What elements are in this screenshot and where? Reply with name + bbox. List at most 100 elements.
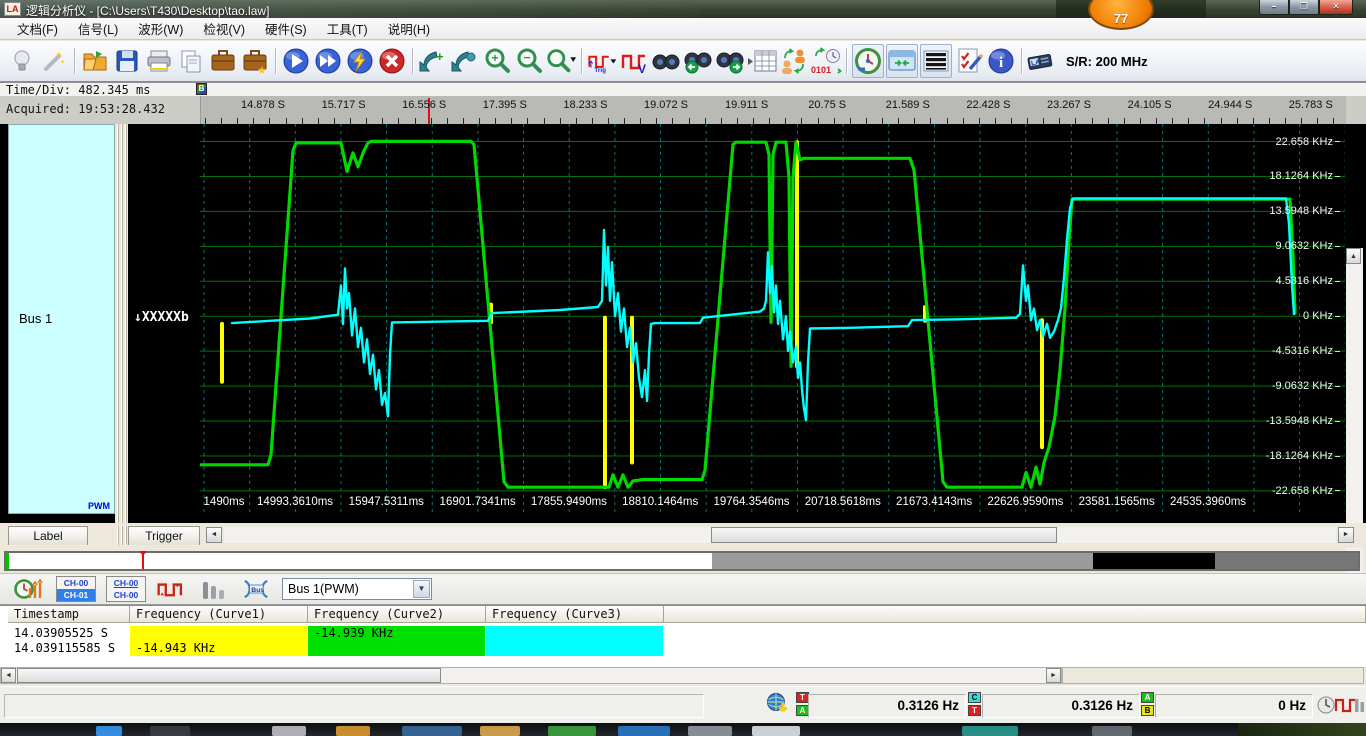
taskbar-item[interactable] bbox=[480, 726, 520, 736]
export-table-icon[interactable] bbox=[746, 44, 778, 78]
table-scroll-right-button[interactable]: ► bbox=[1046, 668, 1061, 683]
taskbar-item[interactable] bbox=[752, 726, 800, 736]
close-button[interactable]: ✕ bbox=[1319, 0, 1353, 15]
table-cell-timestamp[interactable]: 14.039115585 S bbox=[8, 641, 129, 656]
panel-splitter[interactable] bbox=[115, 124, 128, 523]
bus-decode-icon[interactable]: Bus bbox=[240, 572, 272, 606]
overview-trigger-marker[interactable] bbox=[139, 551, 147, 569]
taskbar-item[interactable] bbox=[548, 726, 596, 736]
table-hscrollbar[interactable]: ◄ ► bbox=[0, 667, 1062, 684]
table-header-curve1[interactable]: Frequency (Curve1) bbox=[130, 606, 308, 623]
info-icon[interactable]: i bbox=[985, 44, 1017, 78]
quick-run-icon[interactable] bbox=[344, 44, 376, 78]
find-prev-icon[interactable] bbox=[682, 44, 714, 78]
bar-view-icon[interactable] bbox=[198, 572, 230, 606]
briefcase-icon[interactable] bbox=[207, 44, 239, 78]
pulse-width-icon[interactable]: V bbox=[618, 44, 650, 78]
bus-name-label[interactable]: Bus 1 bbox=[19, 311, 52, 326]
pulse-view-icon[interactable] bbox=[156, 572, 188, 606]
menu-item-h[interactable]: 说明(H) bbox=[379, 17, 439, 40]
briefcase-new-icon[interactable]: ★ bbox=[239, 44, 271, 78]
windows-taskbar[interactable] bbox=[0, 723, 1366, 736]
menu-item-s[interactable]: 硬件(S) bbox=[256, 17, 316, 40]
trigger-pulse-icon[interactable]: Trig bbox=[586, 44, 618, 78]
table-cell-curve2[interactable]: -14.939 KHz bbox=[308, 626, 485, 641]
trigger-column[interactable]: ↓XXXXXb bbox=[128, 124, 200, 523]
trigger-condition-value[interactable]: ↓XXXXXb bbox=[134, 310, 189, 325]
run-icon[interactable] bbox=[280, 44, 312, 78]
zoom-select-icon[interactable] bbox=[545, 44, 577, 78]
pane-view-icon[interactable] bbox=[886, 44, 918, 78]
menu-item-f[interactable]: 文档(F) bbox=[8, 17, 67, 40]
taskbar-item[interactable] bbox=[336, 726, 370, 736]
table-cell-curve1[interactable]: -14.943 KHz bbox=[130, 641, 307, 656]
taskbar-item[interactable] bbox=[96, 726, 122, 736]
table-header-curve3[interactable]: Frequency (Curve3) bbox=[486, 606, 664, 623]
find-icon[interactable] bbox=[650, 44, 682, 78]
taskbar-item[interactable] bbox=[272, 726, 306, 736]
menu-item-t[interactable]: 工具(T) bbox=[318, 17, 377, 40]
clock-small-icon[interactable] bbox=[1316, 695, 1336, 720]
run-continuous-icon[interactable] bbox=[312, 44, 344, 78]
waveform-plot[interactable]: 22.658 KHz 18.1264 KHz 13.5948 KHz 9.0632 K… bbox=[200, 124, 1345, 523]
table-scroll-left-button[interactable]: ◄ bbox=[1, 668, 16, 683]
table-header-curve2[interactable]: Frequency (Curve2) bbox=[308, 606, 486, 623]
channel-pair-b-button[interactable]: CH-00 CH-00 bbox=[106, 576, 146, 602]
code-timing-icon[interactable]: 0101 bbox=[810, 44, 842, 78]
overview-buffered-region[interactable] bbox=[712, 553, 1093, 569]
waveform-canvas[interactable] bbox=[200, 124, 1345, 523]
zoom-in-icon[interactable]: + bbox=[481, 44, 513, 78]
bars-small-icon[interactable] bbox=[1352, 695, 1366, 720]
table-header-timestamp[interactable]: Timestamp bbox=[8, 606, 130, 623]
cursor-add-icon[interactable]: + bbox=[417, 44, 449, 78]
bulb-icon[interactable] bbox=[6, 44, 38, 78]
stop-icon[interactable] bbox=[376, 44, 408, 78]
copy-icon[interactable] bbox=[175, 44, 207, 78]
minimize-button[interactable]: – bbox=[1259, 0, 1289, 15]
tab-trigger[interactable]: Trigger bbox=[128, 526, 200, 545]
menu-item-w[interactable]: 波形(W) bbox=[129, 17, 192, 40]
report-icon[interactable] bbox=[953, 44, 985, 78]
hscroll-right-button[interactable]: ► bbox=[1338, 527, 1354, 543]
wand-icon[interactable]: ✦ ✦ bbox=[38, 44, 70, 78]
swap-channels-icon[interactable] bbox=[778, 44, 810, 78]
cursor-jump-icon[interactable] bbox=[449, 44, 481, 78]
table-cell-timestamp[interactable]: 14.03905525 S bbox=[8, 626, 129, 641]
taskbar-item[interactable] bbox=[402, 726, 462, 736]
scroll-up-button[interactable]: ▲ bbox=[1346, 248, 1361, 264]
tab-label[interactable]: Label bbox=[8, 526, 88, 545]
globe-download-icon[interactable] bbox=[766, 692, 792, 723]
bus-select-dropdown[interactable]: Bus 1(PWM) ▼ bbox=[282, 578, 432, 600]
hscroll-thumb[interactable] bbox=[711, 527, 1057, 543]
taskbar-item[interactable] bbox=[962, 726, 1018, 736]
channel-pair-a-button[interactable]: CH-00 CH-01 bbox=[56, 576, 96, 602]
table-cell-curve3[interactable] bbox=[486, 641, 663, 656]
menu-item-v[interactable]: 检视(V) bbox=[194, 17, 254, 40]
table-cell-curve3[interactable] bbox=[486, 626, 663, 641]
tab-splitter[interactable] bbox=[115, 526, 128, 545]
table-cell-curve1[interactable] bbox=[130, 626, 307, 641]
table-cell-curve2[interactable] bbox=[308, 641, 485, 656]
measurement-gauge-icon[interactable] bbox=[14, 572, 46, 606]
folder-open-icon[interactable] bbox=[79, 44, 111, 78]
hscroll-left-button[interactable]: ◄ bbox=[206, 527, 222, 543]
print-icon[interactable] bbox=[143, 44, 175, 78]
signal-label-panel[interactable]: Bus 1 PWM bbox=[8, 124, 115, 514]
device-icon[interactable]: LA bbox=[1026, 44, 1058, 78]
marker-flag-b[interactable]: B bbox=[196, 83, 207, 95]
chevron-down-icon[interactable]: ▼ bbox=[413, 580, 430, 598]
menu-item-l[interactable]: 信号(L) bbox=[69, 17, 127, 40]
find-next-icon[interactable] bbox=[714, 44, 746, 78]
taskbar-item[interactable] bbox=[618, 726, 670, 736]
overview-dark-region[interactable] bbox=[1093, 553, 1215, 569]
taskbar-item[interactable] bbox=[1092, 726, 1132, 736]
list-view-icon[interactable] bbox=[920, 44, 952, 78]
taskbar-item[interactable] bbox=[688, 726, 732, 736]
zoom-out-icon[interactable]: − bbox=[513, 44, 545, 78]
capture-overview-bar[interactable] bbox=[4, 551, 1360, 571]
maximize-button[interactable]: ❐ bbox=[1289, 0, 1319, 15]
save-icon[interactable] bbox=[111, 44, 143, 78]
time-ruler[interactable]: 14.878 S 15.717 S 16.556 S 17.395 S 18.233 S… bbox=[200, 96, 1346, 124]
taskbar-item[interactable] bbox=[150, 726, 190, 736]
overview-tail-region[interactable] bbox=[1215, 553, 1358, 569]
